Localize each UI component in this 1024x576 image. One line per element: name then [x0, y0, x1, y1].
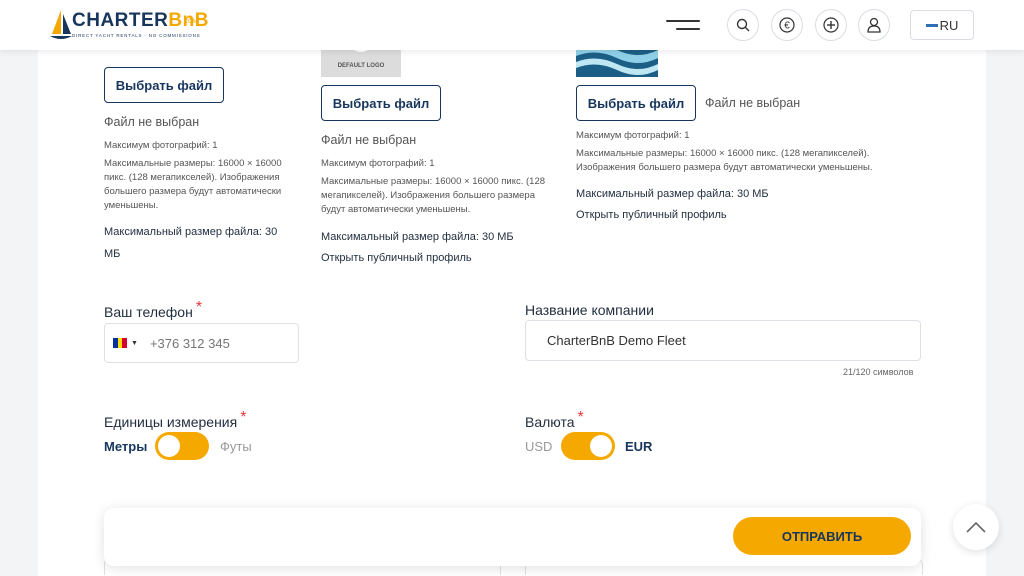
required-mark: * [195, 299, 203, 316]
max-photos-3: Максимум фотографий: 1 [576, 130, 690, 141]
choose-file-button-2[interactable]: Выбрать файл [321, 85, 441, 121]
chevron-down-icon: ▼ [131, 339, 138, 347]
flag-icon [925, 23, 938, 27]
max-dims-1: Максимальные размеры: 16000 × 16000 пикс… [104, 158, 282, 211]
public-profile-link-2[interactable]: Открыть публичный профиль [321, 247, 472, 269]
user-icon[interactable] [858, 9, 890, 41]
max-photos-1: Максимум фотографий: 1 [104, 140, 218, 151]
sailboat-icon [50, 10, 72, 39]
max-photos-2: Максимум фотографий: 1 [321, 158, 435, 169]
phone-input[interactable] [147, 334, 282, 352]
logo-tagline: DIRECT YACHT RENTALS · NO COMMISSIONS [72, 33, 201, 38]
company-field[interactable]: CharterBnB Demo Fleet [525, 320, 921, 361]
country-selector[interactable]: ▼ [113, 338, 138, 348]
choose-file-button-3[interactable]: Выбрать файл [576, 85, 696, 121]
currency-option-usd[interactable]: USD [525, 439, 552, 454]
default-logo-label: DEFAULT LOGO [337, 63, 385, 69]
units-option-feet[interactable]: Футы [220, 439, 252, 454]
currency-label: Валюта * [525, 409, 584, 430]
search-icon[interactable] [727, 9, 759, 41]
logo-domain: .COM [182, 19, 198, 25]
sticky-submit-bar: ОТПРАВИТЬ [104, 508, 921, 566]
max-size-2: Максимальный размер файла: 30 МБ [321, 231, 514, 243]
company-input[interactable]: CharterBnB Demo Fleet [547, 333, 686, 348]
max-dims-2: Максимальные размеры: 16000 × 16000 пикс… [321, 176, 546, 215]
currency-toggle[interactable] [561, 432, 615, 460]
required-mark: * [240, 409, 247, 426]
company-label: Название компании [525, 302, 654, 318]
phone-label: Ваш телефон * [104, 299, 203, 320]
logo[interactable]: CHARTERBnB .COM DIRECT YACHT RENTALS · N… [50, 6, 210, 44]
site-header: CHARTERBnB .COM DIRECT YACHT RENTALS · N… [0, 0, 1024, 50]
svg-text:€: € [784, 21, 790, 32]
public-profile-link-3[interactable]: Открыть публичный профиль [576, 204, 727, 226]
plus-circle-icon[interactable] [815, 9, 847, 41]
file-status-2: Файл не выбран [321, 133, 417, 147]
units-toggle[interactable] [155, 432, 209, 460]
company-char-counter: 21/120 символов [843, 367, 914, 377]
phone-field[interactable]: ▼ [104, 323, 299, 363]
euro-icon[interactable]: € [771, 9, 803, 41]
file-status-1: Файл не выбран [104, 115, 200, 129]
flag-icon [113, 338, 128, 348]
max-dims-3: Максимальные размеры: 16000 × 16000 пикс… [576, 148, 873, 173]
language-label: RU [939, 17, 959, 33]
scroll-to-top-button[interactable] [953, 504, 999, 550]
language-selector[interactable]: RU [910, 10, 974, 40]
max-size-1: Максимальный размер файла: 30 МБ [104, 226, 278, 260]
choose-file-button-1[interactable]: Выбрать файл [104, 67, 224, 103]
chevron-up-icon [966, 521, 986, 533]
submit-button[interactable]: ОТПРАВИТЬ [733, 517, 911, 555]
file-status-3: Файл не выбран [705, 96, 801, 110]
max-size-3: Максимальный размер файла: 30 МБ [576, 188, 769, 200]
units-label: Единицы измерения * [104, 409, 247, 430]
currency-option-eur[interactable]: EUR [625, 439, 652, 454]
required-mark: * [577, 409, 584, 426]
units-option-meters[interactable]: Метры [104, 439, 147, 454]
menu-icon[interactable] [666, 17, 700, 35]
